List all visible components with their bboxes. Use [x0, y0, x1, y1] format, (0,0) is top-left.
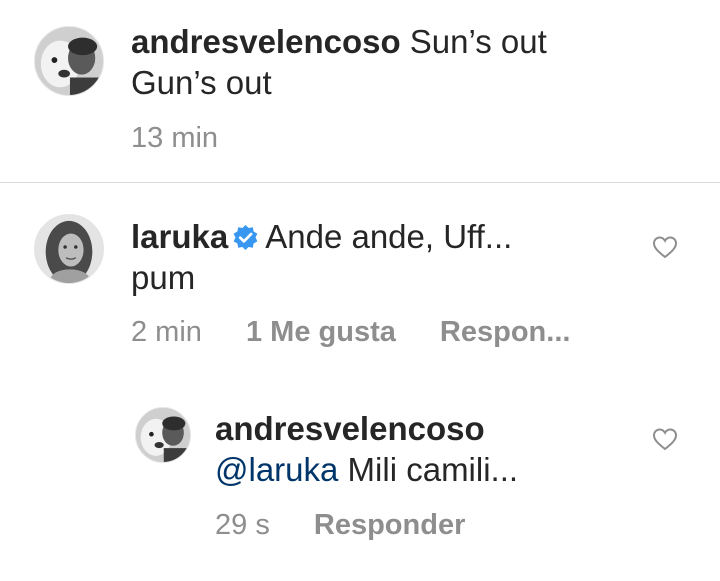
- reply-reply-button[interactable]: Responder: [314, 509, 465, 541]
- reply-timestamp: 29 s: [215, 509, 270, 541]
- comment-text-line1: Ande ande, Uff...: [265, 218, 513, 255]
- reply-text: andresvelencoso @laruka Mili camili...: [215, 408, 635, 490]
- reply-meta: 29 s Responder: [215, 508, 465, 542]
- caption-text-line1: Sun’s out: [409, 23, 547, 60]
- comment-avatar[interactable]: [34, 214, 104, 284]
- comment-username[interactable]: laruka: [131, 218, 228, 255]
- caption-text-line2: Gun’s out: [131, 64, 272, 101]
- verified-badge-icon: [233, 224, 258, 251]
- reply-username[interactable]: andresvelencoso: [215, 410, 485, 447]
- comment-avatar-image: [35, 215, 103, 283]
- caption-username[interactable]: andresvelencoso: [131, 23, 401, 60]
- caption-avatar-image: [35, 27, 103, 95]
- reply-mention-link[interactable]: @laruka: [215, 451, 338, 488]
- reply-avatar[interactable]: [135, 407, 191, 463]
- comment-like-heart-icon[interactable]: [652, 235, 678, 259]
- caption-meta: 13 min: [131, 121, 218, 155]
- comment-meta: 2 min 1 Me gusta Respon...: [131, 315, 570, 349]
- reply-message: Mili camili...: [338, 451, 519, 488]
- reply-like-heart-icon[interactable]: [652, 427, 678, 451]
- reply-avatar-image: [136, 408, 190, 462]
- caption-avatar[interactable]: [34, 26, 104, 96]
- comment-reply-button[interactable]: Respon...: [440, 316, 571, 348]
- comment-timestamp: 2 min: [131, 316, 202, 348]
- caption-text: andresvelencoso Sun’s out Gun’s out: [131, 21, 691, 103]
- comment-likes-count[interactable]: 1 Me gusta: [246, 316, 396, 348]
- caption-divider: [0, 182, 720, 183]
- caption-timestamp: 13 min: [131, 122, 219, 154]
- comment-text-line2: pum: [131, 259, 196, 296]
- comment-text: laruka Ande ande, Uff... pum: [131, 216, 631, 298]
